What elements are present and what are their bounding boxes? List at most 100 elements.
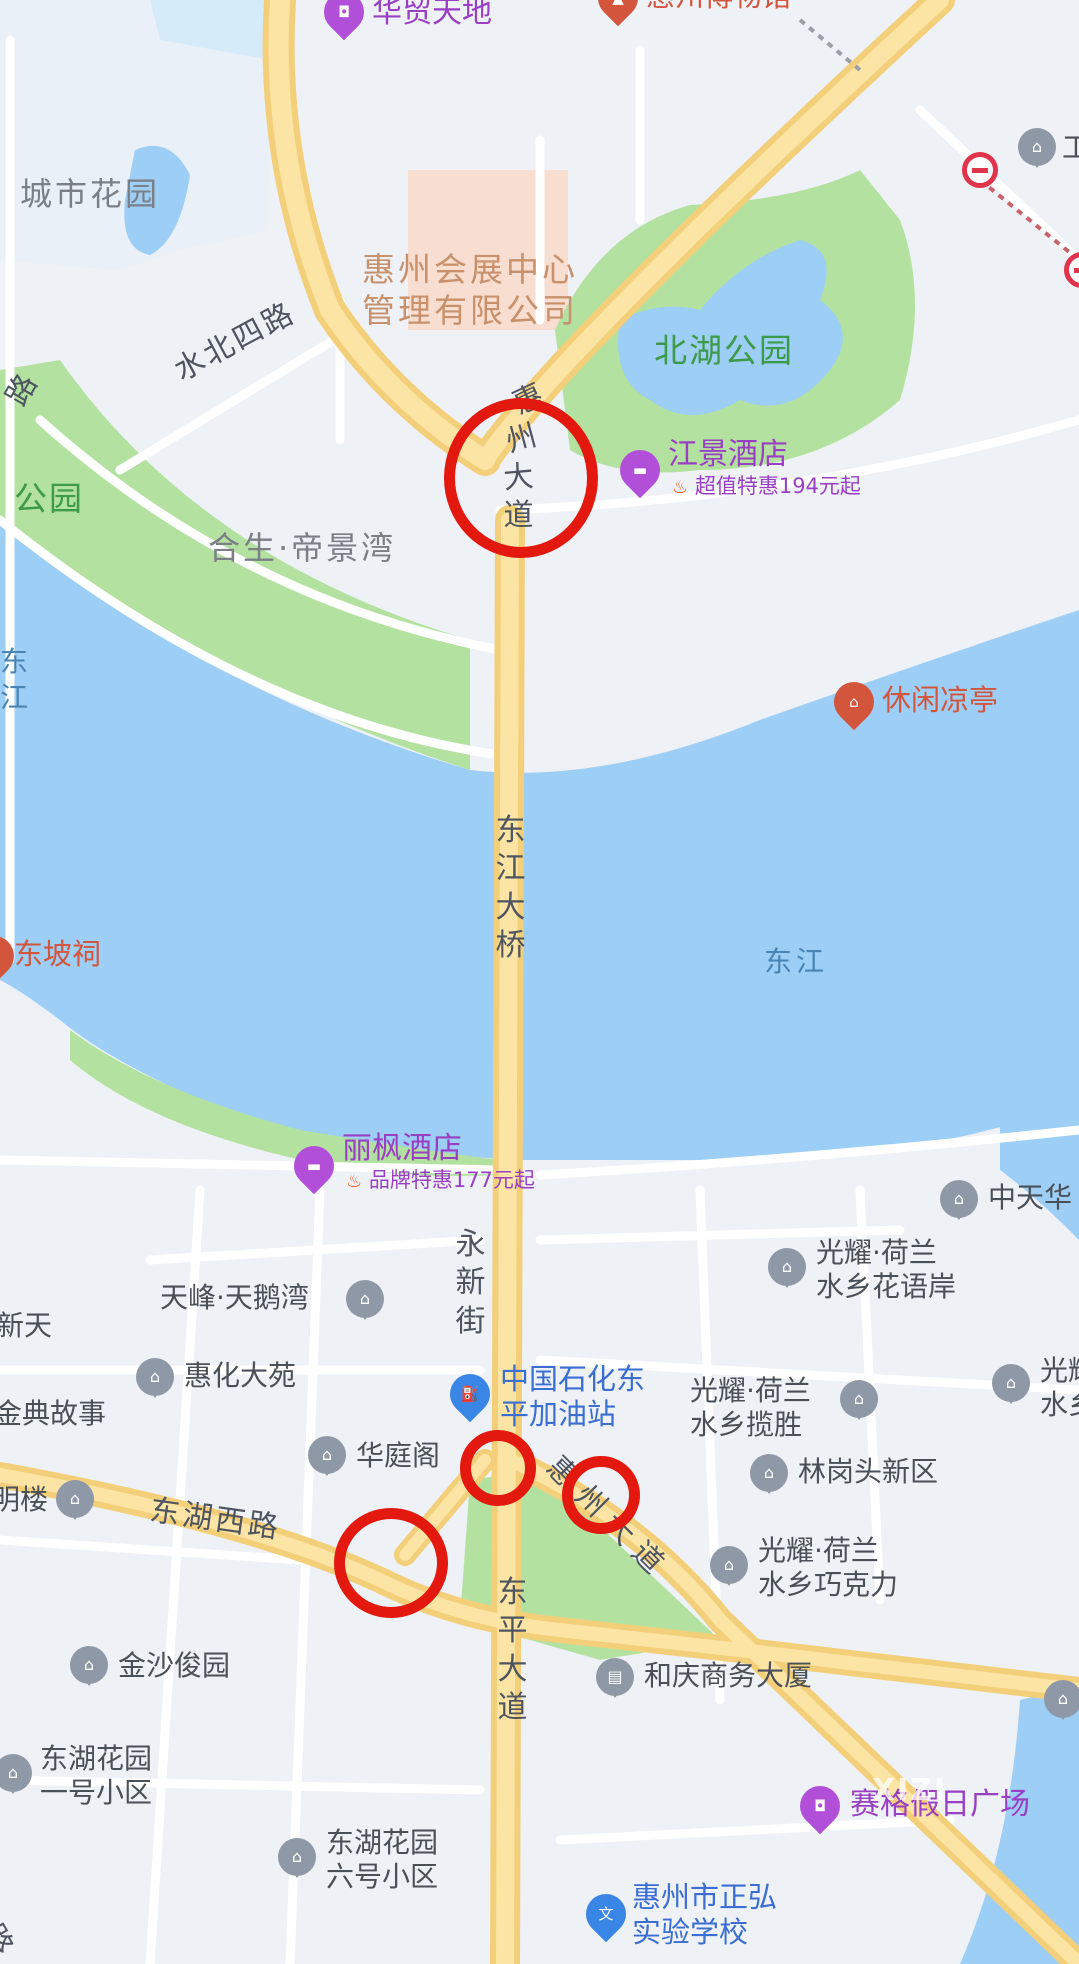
house-icon-7: ⌂ <box>321 1445 333 1464</box>
poi-jiangjing-deal-text: 超值特惠194元起 <box>694 474 861 498</box>
road-yongxin-jie[interactable]: 永 新 街 <box>452 1226 492 1341</box>
poi-sinopec-line2: 平加油站 <box>500 1396 617 1431</box>
temple-icon: ⌂ <box>0 946 4 966</box>
residence-pin-icon-9[interactable]: ⌂ <box>56 1480 94 1520</box>
resid-donghu-6-line2: 六号小区 <box>326 1859 439 1893</box>
resid-huihua[interactable]: 惠化大苑 <box>184 1362 296 1390</box>
poi-jiangjing-deal[interactable]: ♨ 超值特惠194元起 <box>672 476 861 497</box>
resid-jindian-partial[interactable]: 金典故事 <box>0 1400 106 1428</box>
highlight-circle-2 <box>460 1430 536 1506</box>
residence-pin-icon-10[interactable]: ⌂ <box>710 1546 748 1586</box>
resid-zhongtian[interactable]: 中天华 <box>988 1184 1072 1212</box>
watermark: XIZI <box>872 1773 948 1808</box>
office-pin-icon[interactable]: ▤ <box>596 1658 634 1698</box>
exhibition-center-line2: 管理有限公司 <box>362 291 578 331</box>
residence-pin-icon-7[interactable]: ⌂ <box>308 1436 346 1476</box>
resid-tianfeng[interactable]: 天峰·天鹅湾 <box>160 1284 309 1312</box>
map-view[interactable]: 城市花园 合生·帝景湾 惠州会展中心 管理有限公司 北湖公园 公园 水北四路 路… <box>0 0 1079 1964</box>
poi-school-line1: 惠州市正弘 <box>632 1880 778 1914</box>
water-left-char1: 东 <box>0 645 33 678</box>
resid-guangyao-huayu-line2: 水乡花语岸 <box>816 1269 957 1303</box>
house-icon-5: ⌂ <box>1005 1373 1017 1392</box>
residence-pin-icon-5[interactable]: ⌂ <box>992 1364 1030 1404</box>
exhibition-center-label[interactable]: 惠州会展中心 管理有限公司 <box>362 249 578 332</box>
flame-icon-2: ♨ <box>346 1171 363 1192</box>
resid-guangyao-qiaokeli[interactable]: 光耀·荷兰 水乡巧克力 <box>758 1534 898 1601</box>
bed-icon-2: ▬ <box>306 1157 322 1175</box>
resid-guangyao-lansheng-line1: 光耀·荷兰 <box>690 1374 811 1407</box>
bed-icon: ▬ <box>632 461 648 479</box>
road-dongjiang-daqiao[interactable]: 东 江 大 桥 <box>492 812 532 966</box>
poi-right-partial[interactable]: 工 <box>1062 134 1079 162</box>
poi-sinopec-line1: 中国石化东 <box>500 1362 646 1396</box>
road-yongxin-jie-char3: 街 <box>455 1303 489 1339</box>
road-dongping-dadao-char3: 大 <box>497 1651 531 1687</box>
resid-donghu-1[interactable]: 东湖花园 一号小区 <box>40 1742 152 1809</box>
highlight-circle-4 <box>334 1508 448 1618</box>
road-dongjiang-daqiao-char3: 大 <box>495 889 529 925</box>
poi-jiangjing-hotel[interactable]: 江景酒店 <box>668 440 788 470</box>
poi-sinopec[interactable]: 中国石化东 平加油站 <box>500 1362 645 1432</box>
residence-pin-icon-1[interactable]: ⌂ <box>940 1180 978 1220</box>
area-hesheng-dijingwan[interactable]: 合生·帝景湾 <box>208 532 396 564</box>
building-pin-icon[interactable]: ⌂ <box>1018 128 1056 168</box>
residence-pin-icon-3[interactable]: ⌂ <box>346 1280 384 1320</box>
poi-lifeng-deal[interactable]: ♨ 品牌特惠177元起 <box>346 1170 535 1191</box>
resid-huating[interactable]: 华庭阁 <box>356 1442 440 1470</box>
poi-lifeng-hotel[interactable]: 丽枫酒店 <box>342 1134 462 1164</box>
area-chengshi-huayuan[interactable]: 城市花园 <box>20 178 160 210</box>
residence-pin-icon-2[interactable]: ⌂ <box>768 1248 806 1288</box>
poi-heqing-building[interactable]: 和庆商务大厦 <box>644 1662 812 1690</box>
highlight-circle-1 <box>444 398 598 558</box>
resid-donghu-6[interactable]: 东湖花园 六号小区 <box>326 1826 438 1893</box>
bag-icon-2: ◘ <box>814 1797 826 1815</box>
resid-donghu-1-line2: 一号小区 <box>40 1775 153 1809</box>
road-dongping-dadao-char1: 东 <box>497 1575 531 1610</box>
house-icon-14: ⌂ <box>291 1847 303 1866</box>
poi-huamao[interactable]: 华贸天地 <box>372 0 492 28</box>
residence-pin-icon-12[interactable]: ⌂ <box>1044 1680 1079 1720</box>
resid-left-lou-partial[interactable]: 明楼 <box>0 1486 48 1514</box>
resid-donghu-6-line1: 东湖花园 <box>326 1826 439 1859</box>
residence-pin-icon-6[interactable]: ⌂ <box>840 1380 878 1420</box>
poi-dongpo-ci[interactable]: 东坡祠 <box>14 940 101 969</box>
resid-xintian-partial[interactable]: 新天 <box>0 1312 52 1340</box>
no-entry-icon[interactable] <box>962 152 998 188</box>
resid-donghu-1-line1: 东湖花园 <box>40 1742 153 1775</box>
house-icon-8: ⌂ <box>763 1463 775 1482</box>
office-icon: ▤ <box>607 1667 623 1686</box>
poi-lifeng-deal-text: 品牌特惠177元起 <box>368 1168 535 1192</box>
road-dongjiang-daqiao-char1: 东 <box>495 813 529 848</box>
resid-jinsha[interactable]: 金沙俊园 <box>118 1652 230 1680</box>
resid-guangyao-huayu[interactable]: 光耀·荷兰 水乡花语岸 <box>816 1236 956 1303</box>
residence-pin-icon-8[interactable]: ⌂ <box>750 1454 788 1494</box>
road-dongping-dadao-char4: 道 <box>497 1690 531 1726</box>
road-dongping-dadao[interactable]: 东 平 大 道 <box>494 1574 534 1728</box>
residence-pin-icon-4[interactable]: ⌂ <box>136 1358 174 1398</box>
poi-xiuxian-liangting[interactable]: 休闲凉亭 <box>882 686 998 715</box>
poi-top-partial[interactable]: 惠州博物馆 <box>646 0 791 11</box>
poi-zhenghong-school[interactable]: 惠州市正弘 实验学校 <box>632 1880 777 1950</box>
residence-pin-icon-14[interactable]: ⌂ <box>278 1838 316 1878</box>
school-icon: 文 <box>598 1905 614 1923</box>
park-left-partial[interactable]: 公园 <box>14 482 84 515</box>
resid-guangyao-qiaokeli-line1: 光耀·荷兰 <box>758 1534 879 1567</box>
resid-guangyao-qiaokeli-line2: 水乡巧克力 <box>758 1567 899 1601</box>
house-icon-6: ⌂ <box>853 1389 865 1408</box>
water-dongjiang[interactable]: 东江 <box>764 948 828 976</box>
resid-guangyao-huayu-line1: 光耀·荷兰 <box>816 1236 937 1269</box>
resid-guangyao-lansheng-line2: 水乡揽胜 <box>690 1407 803 1441</box>
resid-lingangtou[interactable]: 林岗头新区 <box>798 1458 938 1486</box>
road-dongjiang-daqiao-char2: 江 <box>495 851 529 887</box>
resid-guangyao-lansheng[interactable]: 光耀·荷兰 水乡揽胜 <box>690 1374 811 1441</box>
water-left-partial[interactable]: 东 江 <box>0 644 32 716</box>
house-icon-3: ⌂ <box>359 1289 371 1308</box>
fuel-icon: ⛽ <box>460 1385 480 1403</box>
resid-guangyao-right-partial[interactable]: 光耀 水乡 <box>1040 1354 1079 1421</box>
park-beihu[interactable]: 北湖公园 <box>654 334 794 367</box>
resid-guangyao-right-line2: 水乡 <box>1040 1387 1079 1421</box>
road-yongxin-jie-char2: 新 <box>455 1265 489 1301</box>
highlight-circle-3 <box>562 1456 640 1534</box>
residence-pin-icon-11[interactable]: ⌂ <box>70 1646 108 1686</box>
pavilion-icon: ⌂ <box>849 693 859 711</box>
